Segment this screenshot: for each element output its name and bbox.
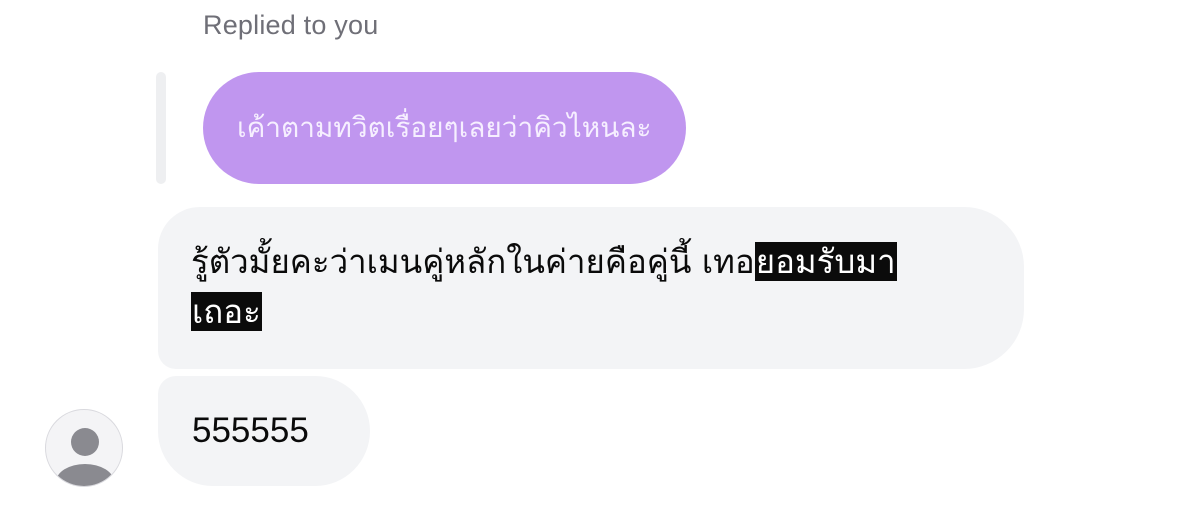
replied-to-you-label: Replied to you — [203, 10, 379, 40]
message-bubble[interactable]: รู้ตัวมั้ยคะว่าเมนคู่หลักในค่ายคือคู่นี้… — [158, 207, 1024, 369]
highlighted-text: ยอมรับมา — [754, 242, 897, 281]
quoted-message-text: เค้าตามทวิตเรื่อยๆเลยว่าคิวไหนละ — [237, 111, 652, 144]
sender-avatar[interactable] — [45, 409, 123, 487]
quoted-message-bubble[interactable]: เค้าตามทวิตเรื่อยๆเลยว่าคิวไหนละ — [203, 72, 686, 184]
quote-indicator-bar — [156, 72, 166, 184]
message-text: 555555 — [192, 411, 309, 450]
message-bubble[interactable]: 555555 — [158, 376, 370, 486]
message-text-plain: รู้ตัวมั้ยคะว่าเมนคู่หลักในค่ายคือคู่นี้… — [191, 242, 755, 281]
highlighted-text: เถอะ — [191, 292, 262, 331]
message-text-line-1: รู้ตัวมั้ยคะว่าเมนคู่หลักในค่ายคือคู่นี้… — [191, 237, 990, 287]
message-text-line-2: เถอะ — [191, 287, 990, 337]
default-user-icon — [56, 428, 114, 486]
